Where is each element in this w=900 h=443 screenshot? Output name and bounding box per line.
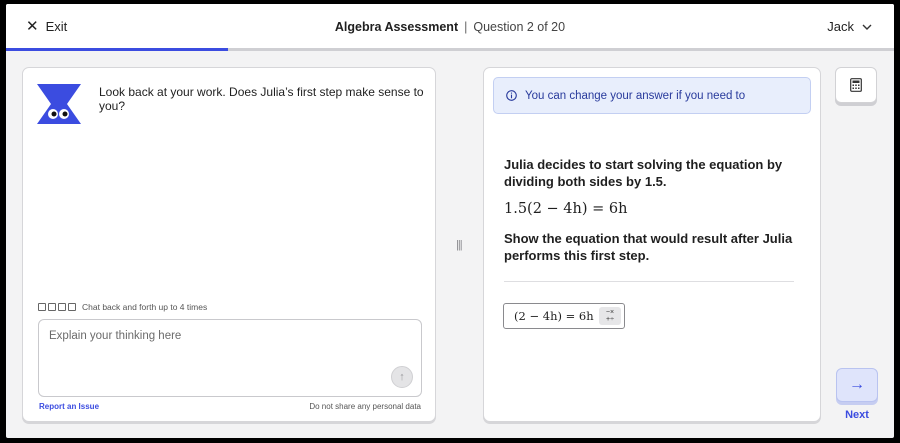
page-title: Algebra Assessment | Question 2 of 20: [6, 20, 894, 34]
answer-value: (2 − 4h) = 6h: [514, 309, 594, 323]
question-progress: Question 2 of 20: [473, 20, 566, 34]
arrow-right-icon: →: [849, 376, 865, 393]
chat-turn-box: [48, 303, 56, 311]
calculator-button[interactable]: [835, 67, 877, 103]
chatback-counter: Chat back and forth up to 4 times: [38, 302, 207, 312]
privacy-note: Do not share any personal data: [309, 402, 421, 411]
user-menu[interactable]: Jack: [827, 19, 872, 34]
title-separator: |: [464, 20, 468, 34]
divider: [504, 281, 794, 282]
progress-bar-fill: [6, 48, 228, 51]
chatback-note: Chat back and forth up to 4 times: [82, 302, 208, 312]
chat-turn-box: [58, 303, 66, 311]
explanation-placeholder: Explain your thinking here: [49, 330, 182, 342]
answer-input[interactable]: (2 − 4h) = 6h −× +÷: [503, 303, 625, 329]
info-banner-text: You can change your answer if you need t…: [525, 89, 746, 102]
calculator-icon: [850, 78, 862, 92]
question-panel: You can change your answer if you need t…: [483, 67, 821, 422]
app-window: ✕ Exit Algebra Assessment | Question 2 of …: [6, 4, 894, 438]
resize-handle-icon[interactable]: |||: [456, 239, 463, 251]
chevron-down-icon: [862, 24, 872, 30]
info-icon: [506, 90, 517, 101]
top-bar: ✕ Exit Algebra Assessment | Question 2 of …: [6, 4, 894, 51]
chat-turn-box: [68, 303, 76, 311]
send-button[interactable]: ↑: [391, 366, 413, 388]
info-banner: You can change your answer if you need t…: [493, 77, 811, 114]
chat-turn-box: [38, 303, 46, 311]
question-instruction: Show the equation that would result afte…: [504, 231, 793, 263]
next-button[interactable]: →: [836, 368, 878, 402]
next-label[interactable]: Next: [836, 409, 878, 421]
explanation-input[interactable]: Explain your thinking here ↑: [38, 319, 422, 397]
user-name: Jack: [827, 19, 854, 34]
chat-prompt: Look back at your work. Does Julia’s fir…: [99, 85, 424, 113]
report-issue-link[interactable]: Report an Issue: [39, 402, 99, 411]
question-intro: Julia decides to start solving the equat…: [504, 157, 783, 189]
math-keyboard-icon[interactable]: −× +÷: [599, 307, 621, 325]
assessment-title: Algebra Assessment: [334, 20, 459, 34]
progress-bar: [6, 48, 894, 51]
send-arrow-icon: ↑: [399, 371, 405, 383]
mascot-avatar: [37, 84, 81, 124]
chat-panel: Look back at your work. Does Julia’s fir…: [22, 67, 436, 422]
question-equation: 1.5(2 − 4h) = 6h: [504, 201, 628, 217]
